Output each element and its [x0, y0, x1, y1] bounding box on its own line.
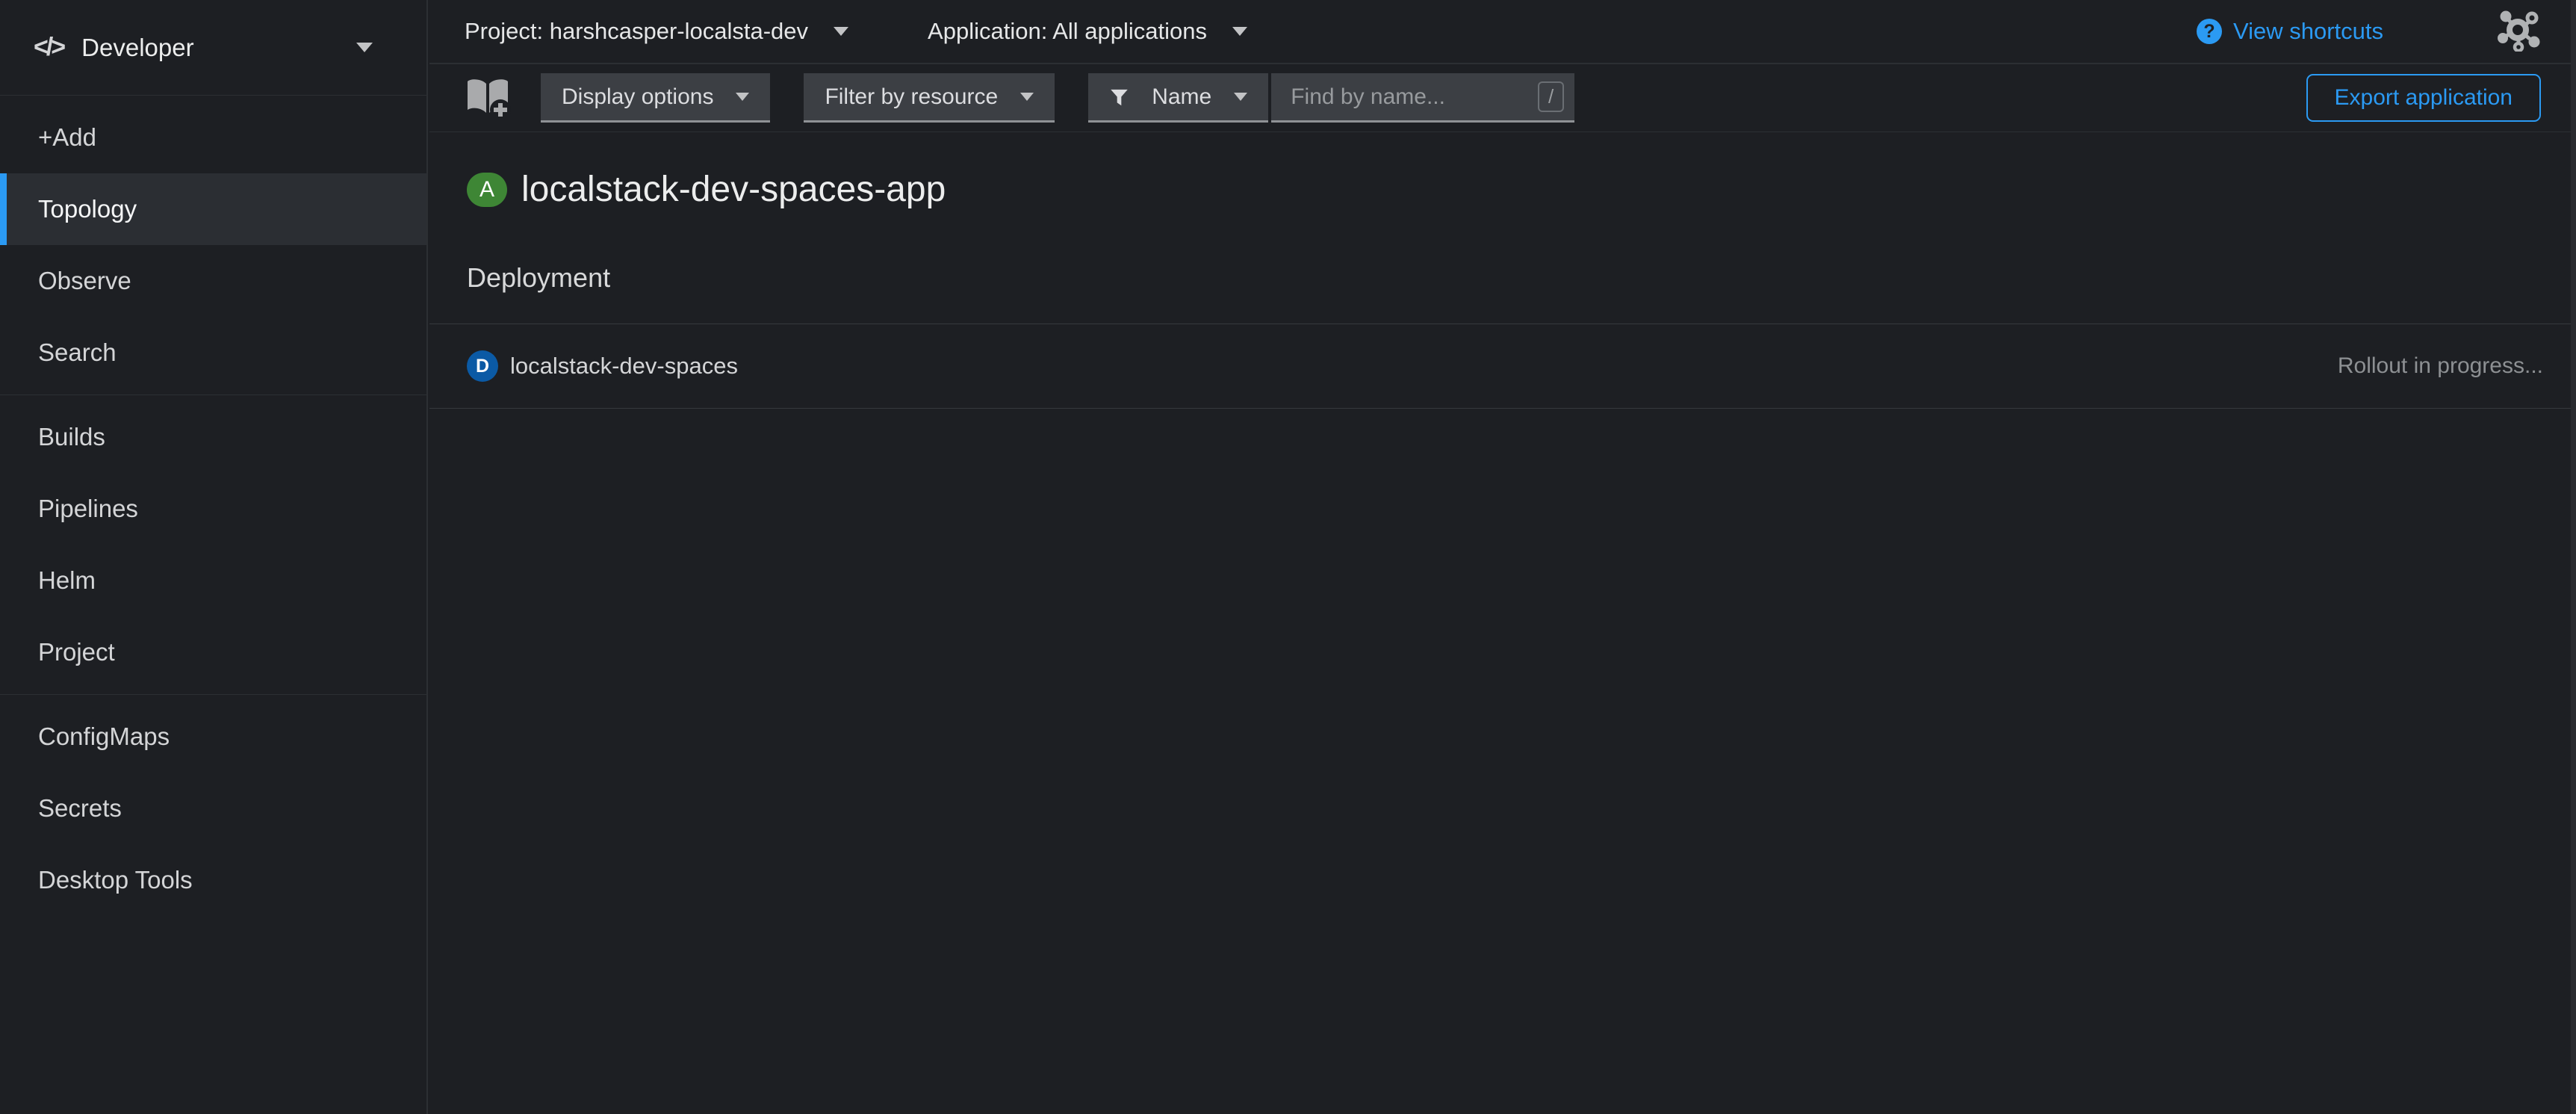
console-root: </> Developer +Add Topology Observe Sear… — [0, 0, 2576, 1114]
sidebar-item-label: Topology — [38, 195, 137, 223]
nav-section-main: +Add Topology Observe Search — [0, 96, 426, 394]
chevron-down-icon — [1234, 93, 1247, 101]
context-bar: Project: harshcasper-localsta-dev Applic… — [429, 0, 2576, 64]
view-shortcuts-label: View shortcuts — [2233, 18, 2383, 45]
application-selector[interactable]: Application: All applications — [928, 18, 1247, 45]
sidebar-item-topology[interactable]: Topology — [0, 173, 426, 245]
sidebar-item-label: Desktop Tools — [38, 866, 193, 894]
sidebar-item-builds[interactable]: Builds — [0, 401, 426, 473]
book-plus-icon[interactable] — [465, 75, 511, 120]
sidebar-item-label: Observe — [38, 267, 131, 295]
sidebar-item-pipelines[interactable]: Pipelines — [0, 473, 426, 545]
sidebar-item-add[interactable]: +Add — [0, 102, 426, 173]
chevron-down-icon — [1232, 27, 1247, 36]
sidebar-item-label: Project — [38, 638, 115, 666]
topology-graph-icon[interactable] — [2497, 8, 2543, 55]
filter-by-resource-label: Filter by resource — [825, 84, 998, 110]
resource-kind-heading: Deployment — [467, 262, 2576, 294]
display-options-dropdown[interactable]: Display options — [541, 73, 770, 123]
sidebar-item-label: Builds — [38, 423, 105, 451]
application-name: localstack-dev-spaces-app — [521, 169, 946, 210]
deployment-name: localstack-dev-spaces — [510, 353, 738, 380]
nav-section-build: Builds Pipelines Helm Project — [0, 395, 426, 694]
slash-shortcut-hint: / — [1538, 81, 1564, 112]
find-by-name-input[interactable] — [1289, 84, 1538, 111]
sidebar-item-label: Pipelines — [38, 495, 138, 523]
application-badge: A — [467, 173, 507, 207]
chevron-down-icon — [356, 43, 373, 52]
question-circle-icon: ? — [2197, 19, 2222, 44]
chevron-down-icon — [834, 27, 848, 36]
find-by-name-wrapper: / — [1271, 73, 1574, 123]
sidebar-item-desktop-tools[interactable]: Desktop Tools — [0, 844, 426, 916]
sidebar-item-label: Search — [38, 338, 117, 367]
chevron-down-icon — [1020, 93, 1034, 101]
display-options-label: Display options — [562, 84, 713, 110]
view-shortcuts-link[interactable]: ? View shortcuts — [2197, 18, 2383, 45]
sidebar-item-observe[interactable]: Observe — [0, 245, 426, 317]
export-application-button[interactable]: Export application — [2306, 74, 2541, 122]
topology-list-view: A localstack-dev-spaces-app Deployment D… — [429, 132, 2576, 1114]
perspective-label: Developer — [81, 34, 193, 62]
sidebar-item-secrets[interactable]: Secrets — [0, 773, 426, 844]
name-filter-group: Name / — [1088, 73, 1574, 123]
sidebar-item-helm[interactable]: Helm — [0, 545, 426, 616]
sidebar: </> Developer +Add Topology Observe Sear… — [0, 0, 428, 1114]
sidebar-item-configmaps[interactable]: ConfigMaps — [0, 701, 426, 773]
name-filter-label: Name — [1152, 84, 1211, 110]
scrollbar[interactable] — [2571, 0, 2576, 1114]
rollout-status: Rollout in progress... — [2338, 353, 2543, 379]
sidebar-item-label: Helm — [38, 566, 96, 595]
perspective-switcher[interactable]: </> Developer — [0, 0, 426, 96]
name-filter-dropdown[interactable]: Name — [1088, 73, 1268, 123]
sidebar-item-project[interactable]: Project — [0, 616, 426, 688]
sidebar-item-label: Secrets — [38, 794, 122, 823]
sidebar-item-label: ConfigMaps — [38, 722, 170, 751]
application-selector-label: Application: All applications — [928, 18, 1207, 45]
topology-toolbar: Display options Filter by resource Name … — [429, 64, 2576, 132]
project-selector[interactable]: Project: harshcasper-localsta-dev — [465, 18, 848, 45]
chevron-down-icon — [736, 93, 749, 101]
filter-by-resource-dropdown[interactable]: Filter by resource — [804, 73, 1055, 123]
deployment-badge: D — [467, 350, 498, 382]
sidebar-item-label: +Add — [38, 123, 96, 152]
sidebar-item-search[interactable]: Search — [0, 317, 426, 389]
deployment-row[interactable]: D localstack-dev-spaces Rollout in progr… — [429, 324, 2576, 409]
project-selector-label: Project: harshcasper-localsta-dev — [465, 18, 808, 45]
code-icon: </> — [34, 33, 63, 62]
filter-funnel-icon — [1109, 86, 1129, 108]
application-group-header: A localstack-dev-spaces-app — [467, 169, 2576, 210]
nav-section-config: ConfigMaps Secrets Desktop Tools — [0, 695, 426, 922]
